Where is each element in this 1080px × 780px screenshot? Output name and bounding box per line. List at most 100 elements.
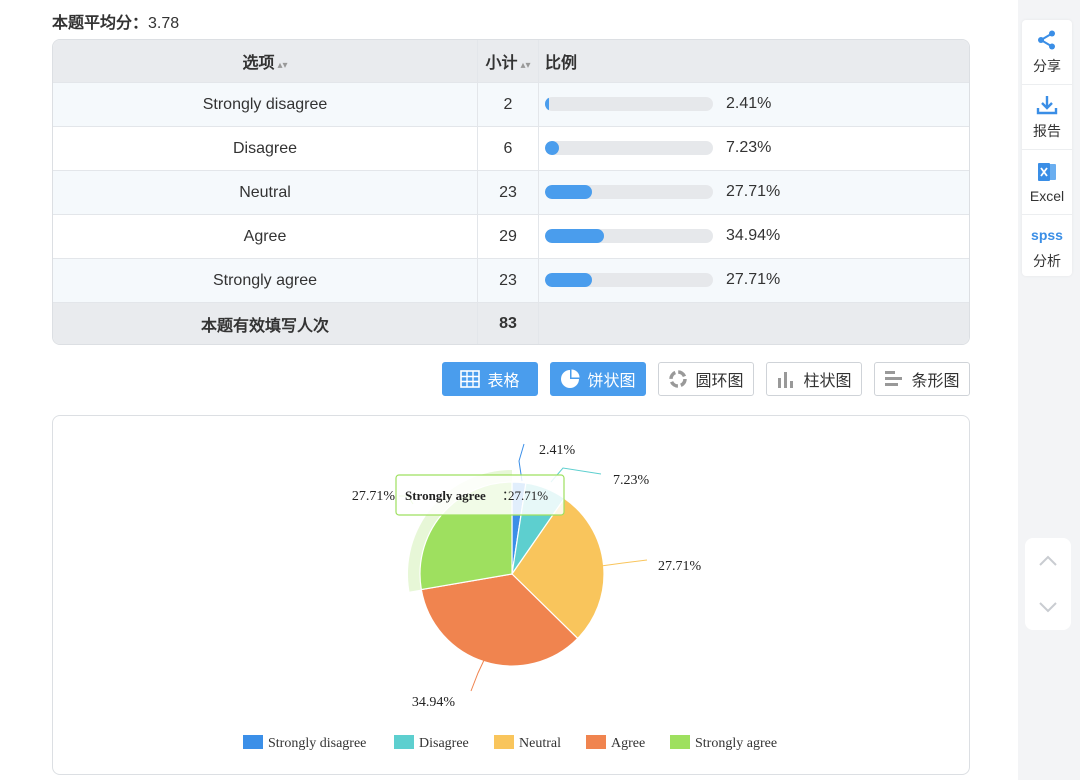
header-option[interactable]: 选项 ▴▾ bbox=[53, 40, 478, 83]
bar-view-button[interactable]: 条形图 bbox=[874, 362, 970, 396]
table-icon bbox=[460, 370, 481, 388]
excel-button[interactable]: Excel bbox=[1022, 150, 1072, 215]
table-view-button[interactable]: 表格 bbox=[442, 362, 538, 396]
count-cell: 23 bbox=[477, 170, 539, 215]
percent-text: 27.71% bbox=[726, 271, 781, 289]
progress-bar bbox=[545, 97, 713, 112]
analysis-label: 分析 bbox=[1033, 253, 1061, 269]
legend-swatch bbox=[586, 735, 606, 749]
slice-percent-label: 7.23% bbox=[613, 473, 650, 488]
ratio-cell: 27.71% bbox=[538, 258, 969, 303]
scroll-down-button[interactable] bbox=[1025, 584, 1071, 630]
header-count-label: 小计 bbox=[485, 55, 518, 72]
sort-icon[interactable]: ▴▾ bbox=[520, 60, 530, 71]
progress-fill bbox=[545, 273, 592, 288]
count-cell: 6 bbox=[477, 126, 539, 171]
table-row: Agree 29 34.94% bbox=[53, 214, 969, 259]
legend-label: Agree bbox=[611, 736, 645, 751]
scroll-nav bbox=[1025, 538, 1071, 630]
pie-view-label: 饼状图 bbox=[587, 373, 636, 390]
tooltip-series-name: Strongly agree bbox=[405, 488, 486, 503]
header-ratio: 比例 bbox=[538, 40, 969, 83]
slice-percent-label: 34.94% bbox=[412, 695, 456, 710]
average-score-value: 3.78 bbox=[148, 15, 180, 32]
legend-label: Neutral bbox=[519, 736, 561, 751]
report-label: 报告 bbox=[1033, 123, 1061, 139]
scroll-up-button[interactable] bbox=[1025, 538, 1071, 584]
legend-label: Strongly disagree bbox=[268, 736, 366, 751]
column-chart-icon bbox=[778, 372, 794, 388]
donut-view-button[interactable]: 圆环图 bbox=[658, 362, 754, 396]
percent-text: 34.94% bbox=[726, 227, 781, 245]
side-toolbar: 分享 报告 Excel spss 分析 bbox=[1022, 20, 1072, 276]
percent-text: 27.71% bbox=[726, 183, 781, 201]
chevron-down-icon bbox=[1039, 602, 1057, 613]
pie-view-button[interactable]: 饼状图 bbox=[550, 362, 646, 396]
header-ratio-label: 比例 bbox=[545, 55, 578, 72]
share-icon bbox=[1038, 30, 1055, 50]
legend-swatch bbox=[494, 735, 514, 749]
progress-bar bbox=[545, 141, 713, 156]
legend-swatch bbox=[670, 735, 690, 749]
pie-chart: 2.41% 7.23% 27.71% 34.94% 27.71% Strongly agr… bbox=[243, 443, 777, 751]
total-label: 本题有效填写人次 bbox=[53, 302, 478, 344]
table-row: Strongly agree 23 27.71% bbox=[53, 258, 969, 303]
download-icon bbox=[1036, 96, 1058, 115]
header-option-label: 选项 bbox=[242, 55, 275, 72]
spss-logo: spss bbox=[1031, 227, 1063, 243]
table-row: Disagree 6 7.23% bbox=[53, 126, 969, 171]
ratio-cell: 7.23% bbox=[538, 126, 969, 171]
table-total-row: 本题有效填写人次 83 bbox=[53, 302, 969, 344]
slice-percent-label: 27.71% bbox=[352, 489, 396, 504]
legend-swatch bbox=[243, 735, 263, 749]
excel-icon bbox=[1038, 163, 1056, 181]
header-count[interactable]: 小计 ▴▾ bbox=[477, 40, 539, 83]
label-leader-line bbox=[470, 657, 486, 692]
excel-label: Excel bbox=[1029, 188, 1065, 204]
option-cell: Neutral bbox=[53, 170, 478, 215]
option-cell: Strongly agree bbox=[53, 258, 478, 303]
pie-chart-icon bbox=[561, 369, 580, 388]
percent-text: 7.23% bbox=[726, 139, 772, 157]
ratio-cell: 34.94% bbox=[538, 214, 969, 259]
slice-percent-label: 2.41% bbox=[539, 443, 576, 458]
donut-view-label: 圆环图 bbox=[695, 373, 744, 390]
main-content: 本题平均分：3.78 选项 ▴▾ 小计 ▴▾ 比例 Strongly disagre… bbox=[0, 0, 1018, 780]
option-cell: Disagree bbox=[53, 126, 478, 171]
table-row: Neutral 23 27.71% bbox=[53, 170, 969, 215]
slice-percent-label: 27.71% bbox=[658, 559, 702, 574]
option-cell: Strongly disagree bbox=[53, 82, 478, 127]
ratio-cell: 2.41% bbox=[538, 82, 969, 127]
average-score: 本题平均分：3.78 bbox=[52, 9, 179, 33]
progress-fill bbox=[545, 141, 559, 156]
total-empty-cell bbox=[538, 302, 969, 344]
chevron-up-icon bbox=[1039, 555, 1057, 566]
average-score-label: 本题平均分： bbox=[52, 15, 149, 32]
share-button[interactable]: 分享 bbox=[1022, 20, 1072, 85]
tooltip-value: 27.71% bbox=[508, 488, 548, 503]
count-cell: 29 bbox=[477, 214, 539, 259]
legend-swatch bbox=[394, 735, 414, 749]
share-label: 分享 bbox=[1033, 58, 1061, 74]
donut-chart-icon bbox=[669, 370, 688, 388]
label-leader-line bbox=[600, 559, 648, 567]
legend-label: Strongly agree bbox=[695, 736, 777, 751]
results-table: 选项 ▴▾ 小计 ▴▾ 比例 Strongly disagree 2 2.41% D… bbox=[52, 39, 970, 345]
progress-fill bbox=[545, 185, 592, 200]
bar-view-label: 条形图 bbox=[911, 373, 960, 390]
column-view-button[interactable]: 柱状图 bbox=[766, 362, 862, 396]
progress-bar bbox=[545, 273, 713, 288]
ratio-cell: 27.71% bbox=[538, 170, 969, 215]
percent-text: 2.41% bbox=[726, 95, 772, 113]
table-header-row: 选项 ▴▾ 小计 ▴▾ 比例 bbox=[53, 40, 969, 83]
bar-chart-icon bbox=[885, 371, 903, 386]
legend-label: Disagree bbox=[419, 736, 469, 751]
table-row: Strongly disagree 2 2.41% bbox=[53, 82, 969, 127]
sort-icon[interactable]: ▴▾ bbox=[277, 60, 287, 71]
table-view-label: 表格 bbox=[487, 373, 520, 390]
progress-fill bbox=[545, 229, 604, 244]
report-button[interactable]: 报告 bbox=[1022, 85, 1072, 150]
spss-analysis-button[interactable]: spss 分析 bbox=[1022, 215, 1072, 279]
total-value: 83 bbox=[477, 302, 539, 344]
progress-bar bbox=[545, 229, 713, 244]
